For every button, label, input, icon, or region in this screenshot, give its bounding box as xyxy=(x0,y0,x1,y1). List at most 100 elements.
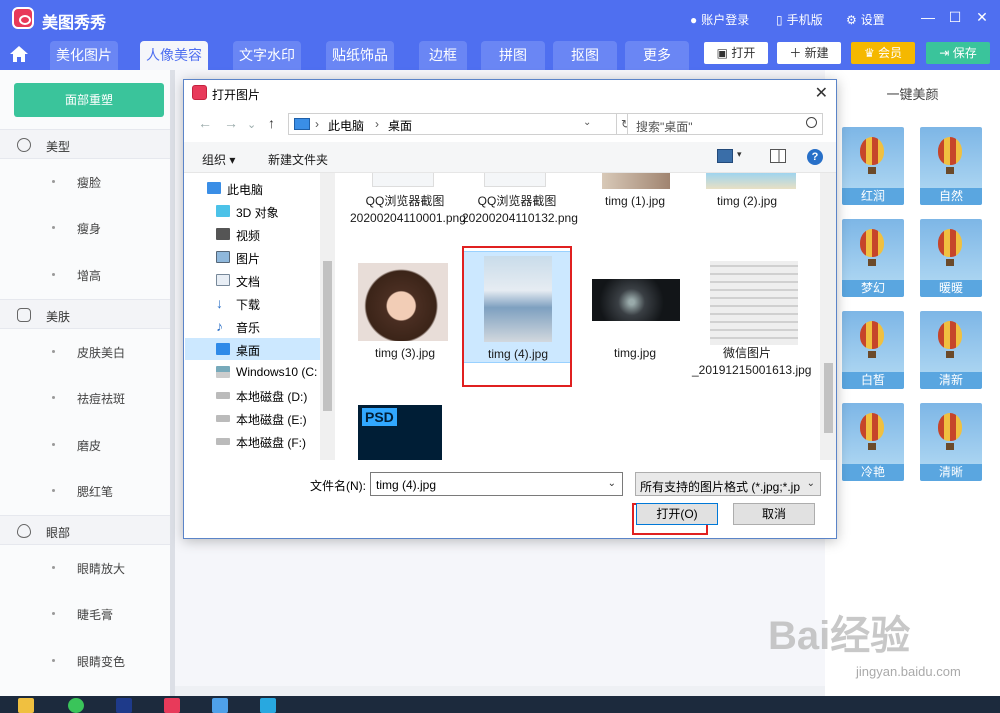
vip-button[interactable]: ♛ 会员 xyxy=(851,42,915,64)
sidebar-item-blush[interactable]: 腮红笔 xyxy=(0,468,175,514)
filetype-select[interactable]: 所有支持的图片格式 (*.jpg;*.jp ⌄ xyxy=(635,472,821,496)
search-input[interactable]: 搜索"桌面" xyxy=(627,113,823,135)
folder-icon[interactable] xyxy=(18,698,34,713)
tab-more[interactable]: 更多 xyxy=(625,41,689,70)
address-bar[interactable]: › 此电脑 › 桌面 ⌄ xyxy=(288,113,617,135)
sidebar-item-slim-body[interactable]: 瘦身 xyxy=(0,205,175,251)
file-item[interactable]: PSD xyxy=(350,401,460,460)
balloon-icon xyxy=(860,321,884,349)
forward-icon[interactable]: → xyxy=(224,115,238,131)
tree-pictures[interactable]: 图片 xyxy=(185,246,321,268)
maximize-icon[interactable]: ☐ xyxy=(947,9,963,25)
tab-portrait[interactable]: 人像美容 xyxy=(140,41,208,70)
preview-pane-icon[interactable] xyxy=(770,149,786,163)
filename-input[interactable]: timg (4).jpg ⌄ xyxy=(370,472,623,496)
drive-icon xyxy=(216,438,230,445)
sidebar-item-slim-face[interactable]: 瘦脸 xyxy=(0,159,175,205)
tab-frames[interactable]: 边框 xyxy=(419,41,467,70)
save-button[interactable]: ⇥ 保存 xyxy=(926,42,990,64)
cancel-button[interactable]: 取消 xyxy=(733,503,815,525)
sidebar-item-smooth[interactable]: 磨皮 xyxy=(0,422,175,468)
tab-beautify[interactable]: 美化图片 xyxy=(50,41,118,70)
tree-music[interactable]: ♪ 音乐 xyxy=(185,315,321,337)
minimize-icon[interactable]: — xyxy=(920,9,936,25)
file-item[interactable]: timg (2).jpg xyxy=(692,173,802,223)
new-button[interactable]: ＋ 新建 xyxy=(777,42,841,64)
up-icon[interactable]: ↑ xyxy=(268,115,275,131)
tree-drive-f[interactable]: 本地磁盘 (F:) xyxy=(185,430,321,452)
preset-fresh[interactable]: 清新 xyxy=(920,311,982,389)
back-icon[interactable]: ← xyxy=(198,115,212,131)
sidebar-item-eye-color[interactable]: 眼睛变色 xyxy=(0,638,175,684)
photoshop-icon[interactable] xyxy=(116,698,132,713)
file-item[interactable]: timg.jpg xyxy=(580,259,690,369)
preset-natural[interactable]: 自然 xyxy=(920,127,982,205)
tree-desktop[interactable]: 桌面 xyxy=(185,338,321,360)
file-item[interactable]: timg (1).jpg xyxy=(580,173,690,223)
preset-clear[interactable]: 清晰 xyxy=(920,403,982,481)
tab-text[interactable]: 文字水印 xyxy=(233,41,301,70)
preset-warm[interactable]: 暖暖 xyxy=(920,219,982,297)
sidebar-scrollbar[interactable] xyxy=(170,70,175,696)
psd-label: PSD xyxy=(362,408,397,426)
close-icon[interactable]: ✕ xyxy=(815,83,828,103)
browser-icon[interactable] xyxy=(68,698,84,713)
new-folder-button[interactable]: 新建文件夹 xyxy=(268,151,328,168)
chevron-down-icon[interactable]: ⌄ xyxy=(807,478,815,489)
close-icon[interactable]: ✕ xyxy=(974,9,990,25)
tree-documents[interactable]: 文档 xyxy=(185,269,321,291)
preset-fair[interactable]: 白皙 xyxy=(842,311,904,389)
sidebar-item-eye-enlarge[interactable]: 眼睛放大 xyxy=(0,545,175,591)
tree-drive-e[interactable]: 本地磁盘 (E:) xyxy=(185,407,321,429)
group-skin[interactable]: 美肤 xyxy=(0,299,175,329)
tab-collage[interactable]: 拼图 xyxy=(481,41,545,70)
tree-3d-objects[interactable]: 3D 对象 xyxy=(185,200,321,222)
chevron-down-icon[interactable]: ⌄ xyxy=(247,118,256,131)
account-login-link[interactable]: ● 账户登录 xyxy=(690,11,749,28)
file-item[interactable]: QQ浏览器截图20200204110132.png xyxy=(462,173,578,253)
help-icon[interactable]: ? xyxy=(807,149,823,165)
sidebar-item-whiten[interactable]: 皮肤美白 xyxy=(0,329,175,375)
tab-stickers[interactable]: 贴纸饰品 xyxy=(326,41,394,70)
app-icon[interactable] xyxy=(260,698,276,713)
breadcrumb-desktop[interactable]: 桌面 xyxy=(388,117,412,134)
tree-videos[interactable]: 视频 xyxy=(185,223,321,245)
mail-icon[interactable] xyxy=(212,698,228,713)
scrollbar-thumb[interactable] xyxy=(323,261,332,411)
tree-this-pc[interactable]: 此电脑 xyxy=(185,177,321,199)
preset-dreamy[interactable]: 梦幻 xyxy=(842,219,904,297)
tree-scrollbar[interactable] xyxy=(320,173,335,460)
sidebar-item-mascara[interactable]: 睫毛膏 xyxy=(0,591,175,637)
chevron-down-icon[interactable]: ⌄ xyxy=(583,117,591,128)
computer-icon xyxy=(207,182,221,194)
meitu-taskbar-icon[interactable] xyxy=(164,698,180,713)
home-icon[interactable] xyxy=(8,44,30,64)
tree-downloads[interactable]: ↓ 下载 xyxy=(185,292,321,314)
group-eyes[interactable]: 眼部 xyxy=(0,515,175,545)
open-image-dialog: 打开图片 ✕ ← → ⌄ ↑ › 此电脑 › 桌面 ⌄ ↻ 搜索"桌面" 组织 … xyxy=(183,79,837,539)
breadcrumb-this-pc[interactable]: 此电脑 xyxy=(328,117,364,134)
sidebar-item-acne[interactable]: 祛痘祛斑 xyxy=(0,375,175,421)
settings-link[interactable]: ⚙ 设置 xyxy=(846,11,885,28)
file-scrollbar[interactable] xyxy=(820,173,836,460)
tree-drive-d[interactable]: 本地磁盘 (D:) xyxy=(185,384,321,406)
mobile-version-link[interactable]: ▯ 手机版 xyxy=(776,11,823,28)
tab-cutout[interactable]: 抠图 xyxy=(553,41,617,70)
file-item[interactable]: 微信图片_20191215001613.jpg xyxy=(692,259,811,389)
open-button[interactable]: ▣ 打开 xyxy=(704,42,768,64)
view-icon[interactable] xyxy=(717,149,733,163)
file-item[interactable]: timg (3).jpg xyxy=(350,259,460,369)
organize-button[interactable]: 组织 ▾ xyxy=(202,151,235,168)
preset-ruddy[interactable]: 红润 xyxy=(842,127,904,205)
group-shape[interactable]: 美型 xyxy=(0,129,175,159)
chevron-down-icon[interactable]: ▾ xyxy=(737,149,747,163)
chevron-down-icon[interactable]: ⌄ xyxy=(608,478,616,489)
tree-drive-c[interactable]: Windows10 (C: xyxy=(185,361,321,383)
face-reshape-button[interactable]: 面部重塑 xyxy=(14,83,164,117)
filetype-value: 所有支持的图片格式 (*.jpg;*.jp xyxy=(640,480,801,494)
open-dialog-button[interactable]: 打开(O) xyxy=(636,503,718,525)
sidebar-item-height[interactable]: 增高 xyxy=(0,252,175,298)
file-item[interactable]: QQ浏览器截图20200204110001.png xyxy=(350,173,466,253)
scrollbar-thumb[interactable] xyxy=(824,363,833,433)
preset-cool[interactable]: 冷艳 xyxy=(842,403,904,481)
